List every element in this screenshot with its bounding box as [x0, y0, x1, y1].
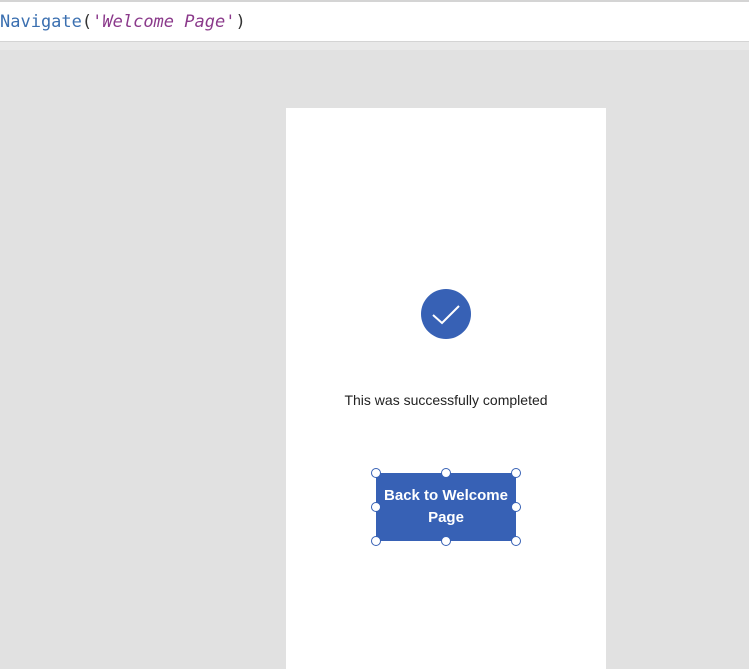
app-screen[interactable]: This was successfully completed Back to …: [286, 108, 606, 669]
resize-handle-top-right[interactable]: [511, 468, 521, 478]
formula-string-argument: 'Welcome Page': [92, 12, 236, 32]
success-message: This was successfully completed: [344, 392, 548, 408]
formula-close-paren: ): [235, 12, 246, 32]
resize-handle-bottom-center[interactable]: [441, 536, 451, 546]
resize-handle-middle-right[interactable]: [511, 502, 521, 512]
formula-bar[interactable]: Navigate('Welcome Page'): [0, 0, 749, 42]
resize-handle-top-left[interactable]: [371, 468, 381, 478]
resize-handle-bottom-left[interactable]: [371, 536, 381, 546]
formula-expression[interactable]: Navigate('Welcome Page'): [0, 11, 246, 33]
back-to-welcome-page-button[interactable]: Back to Welcome Page: [376, 473, 516, 541]
formula-open-paren: (: [81, 12, 93, 32]
resize-handle-middle-left[interactable]: [371, 502, 381, 512]
checkmark-icon: [421, 289, 471, 339]
resize-handle-bottom-right[interactable]: [511, 536, 521, 546]
formula-bar-divider: [0, 42, 749, 50]
resize-handle-top-center[interactable]: [441, 468, 451, 478]
formula-function-name: Navigate: [0, 12, 82, 32]
back-button-label: Back to Welcome Page: [384, 487, 508, 526]
